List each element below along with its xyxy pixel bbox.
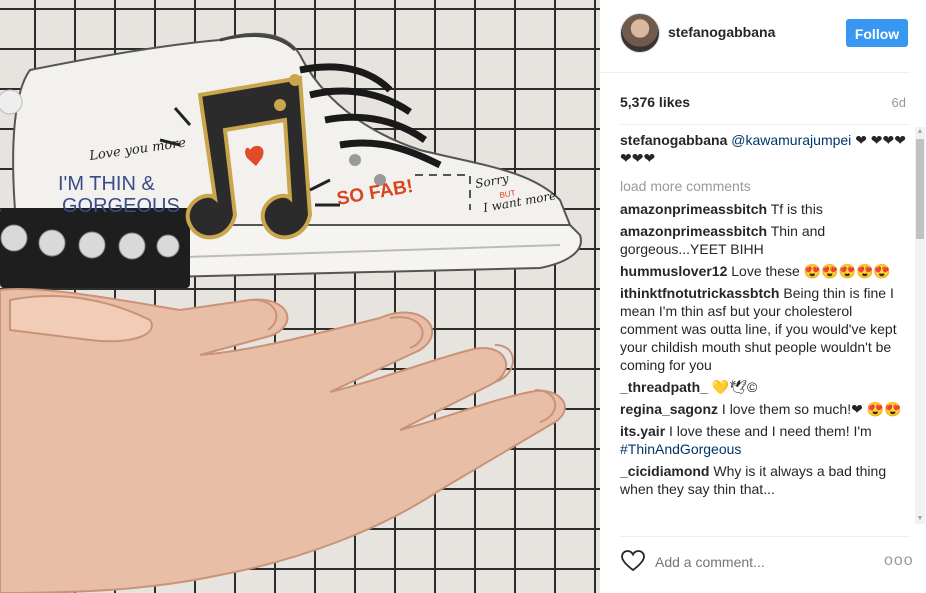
comment-item: ithinktfnotutrickassbtch Being thin is f…: [620, 284, 910, 374]
avatar[interactable]: [620, 13, 660, 53]
comment-text: I love these and I need them! I'm: [669, 423, 872, 439]
comment-username[interactable]: hummuslover12: [620, 263, 727, 279]
comment-username[interactable]: regina_sagonz: [620, 401, 718, 417]
comment-text: Tf is this: [770, 201, 823, 217]
more-options-icon[interactable]: ooo: [884, 552, 914, 570]
caption-mention[interactable]: @kawamurajumpei: [731, 132, 851, 148]
post-details-panel: stefanogabbana Follow 5,376 likes 6d ste…: [600, 0, 926, 593]
comment-username[interactable]: its.yair: [620, 423, 665, 439]
comment-text: Love these 😍😍😍😍😍: [731, 263, 891, 279]
scroll-up-arrow-icon[interactable]: ▲: [915, 127, 925, 137]
comment-username[interactable]: ithinktfnotutrickassbtch: [620, 285, 779, 301]
comment-item: amazonprimeassbitch Tf is this: [620, 200, 910, 218]
load-more-comments-link[interactable]: load more comments: [620, 177, 910, 195]
follow-button[interactable]: Follow: [846, 19, 908, 47]
caption-username[interactable]: stefanogabbana: [620, 132, 727, 148]
like-heart-icon[interactable]: [620, 549, 646, 573]
sneaker-text-thin: I'M THIN &: [58, 173, 155, 195]
comment-item: regina_sagonz I love them so much!❤ 😍😍: [620, 400, 910, 418]
comment-item: its.yair I love these and I need them! I…: [620, 422, 910, 458]
post-header: stefanogabbana Follow: [600, 0, 910, 73]
divider: [620, 124, 910, 125]
sneaker-illustration: Love you more I'M THIN & GORGEOUS SO FAB…: [0, 32, 582, 288]
comments-scrollbar[interactable]: ▲ ▼: [915, 127, 925, 524]
comment-text: I love them so much!❤ 😍😍: [721, 401, 902, 417]
likes-count[interactable]: 5,376 likes: [620, 94, 690, 110]
divider: [620, 536, 910, 537]
hand-illustration: [0, 288, 566, 593]
comment-item: amazonprimeassbitch Thin and gorgeous...…: [620, 222, 910, 258]
comment-hashtag[interactable]: #ThinAndGorgeous: [620, 441, 741, 457]
comment-item: hummuslover12 Love these 😍😍😍😍😍: [620, 262, 910, 280]
sneaker-text-gorgeous: GORGEOUS: [62, 195, 180, 217]
scroll-down-arrow-icon[interactable]: ▼: [915, 514, 925, 524]
comment-username[interactable]: amazonprimeassbitch: [620, 223, 767, 239]
comment-username[interactable]: _cicidiamond: [620, 463, 709, 479]
username-link[interactable]: stefanogabbana: [668, 24, 775, 40]
add-comment-input[interactable]: [655, 553, 855, 571]
comment-item: _cicidiamond Why is it always a bad thin…: [620, 462, 910, 498]
comment-item: _threadpath_ 💛🕊©: [620, 378, 910, 396]
caption: stefanogabbana @kawamurajumpei ❤ ❤❤❤❤❤❤: [620, 131, 910, 167]
comment-username[interactable]: amazonprimeassbitch: [620, 201, 767, 217]
post-timestamp[interactable]: 6d: [892, 95, 906, 110]
post-image[interactable]: Love you more I'M THIN & GORGEOUS SO FAB…: [0, 0, 600, 593]
comment-text: 💛🕊©: [711, 379, 758, 395]
comments-list: stefanogabbana @kawamurajumpei ❤ ❤❤❤❤❤❤ …: [620, 131, 910, 523]
scrollbar-thumb[interactable]: [916, 139, 924, 239]
comment-username[interactable]: _threadpath_: [620, 379, 708, 395]
